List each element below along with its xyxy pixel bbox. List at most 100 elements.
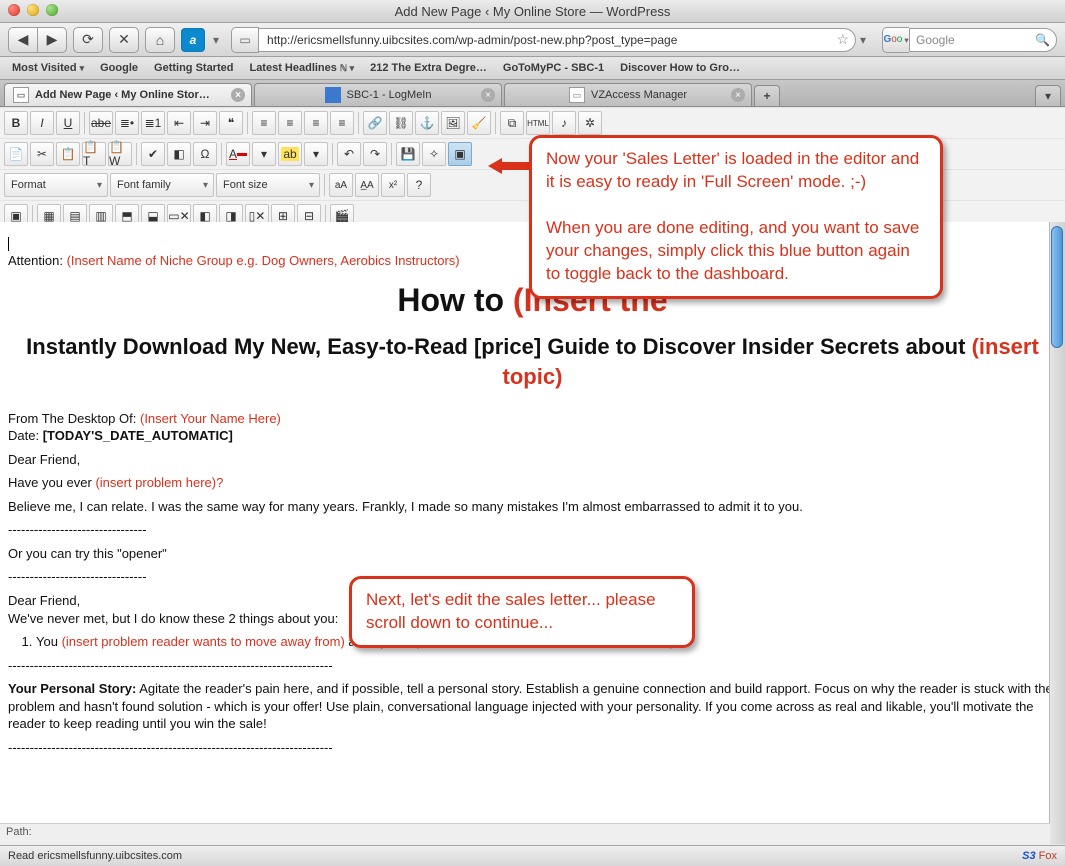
bookmark-latest-headlines[interactable]: Latest Headlines ℕ ▾	[243, 60, 360, 76]
reload-button[interactable]: ⟳	[73, 27, 103, 53]
window-minimize-button[interactable]	[27, 4, 39, 16]
fullscreen-toggle-button[interactable]: ▣	[448, 142, 472, 166]
logmein-icon	[325, 87, 341, 103]
bookmark-getting-started[interactable]: Getting Started	[148, 60, 239, 76]
ul-button[interactable]: ≣•	[115, 111, 139, 135]
font-size-select[interactable]: Font size	[216, 173, 320, 197]
align-justify-button[interactable]: ≡	[330, 111, 354, 135]
indent-button[interactable]: ⇥	[193, 111, 217, 135]
acronis-icon[interactable]: a	[181, 28, 205, 52]
format-select[interactable]: Format	[4, 173, 108, 197]
url-history-dropdown[interactable]: ▾	[856, 33, 870, 47]
site-identity-button[interactable]: ▭	[231, 27, 259, 53]
save-button[interactable]: 💾	[396, 142, 420, 166]
underline-button[interactable]: U	[56, 111, 80, 135]
outdent-button[interactable]: ⇤	[167, 111, 191, 135]
url-bar[interactable]: http://ericsmellsfunny.uibcsites.com/wp-…	[259, 28, 856, 52]
headline-2: Instantly Download My New, Easy-to-Read …	[8, 332, 1057, 391]
more-button[interactable]: ✲	[578, 111, 602, 135]
ol-button[interactable]: ≣1	[141, 111, 165, 135]
believe-me: Believe me, I can relate. I was the same…	[8, 498, 1057, 516]
vertical-scrollbar[interactable]	[1049, 222, 1065, 844]
from-desktop: From The Desktop Of: (Insert Your Name H…	[8, 410, 1057, 445]
bookmark-most-visited[interactable]: Most Visited▾	[6, 60, 90, 76]
cut-button[interactable]: ✂	[30, 142, 54, 166]
clean-button[interactable]: 🧹	[467, 111, 491, 135]
have-you-ever: Have you ever (insert problem here)?	[8, 474, 1057, 492]
editor-canvas[interactable]: Attention: (Insert Name of Niche Group e…	[0, 222, 1065, 844]
bookmark-discover[interactable]: Discover How to Gro…	[614, 60, 746, 76]
unlink-button[interactable]: ⛓	[389, 111, 413, 135]
search-input[interactable]: Google 🔍	[909, 28, 1057, 52]
home-button[interactable]: ⌂	[145, 27, 175, 53]
tab-close-icon[interactable]: ×	[231, 88, 245, 102]
copy-button[interactable]: 📄	[4, 142, 28, 166]
html-button[interactable]: HTML	[526, 111, 550, 135]
status-text: Read ericsmellsfunny.uibcsites.com	[8, 850, 182, 862]
tab-close-icon[interactable]: ×	[731, 88, 745, 102]
bookmark-gotomypc[interactable]: GoToMyPC - SBC-1	[497, 60, 610, 76]
paste-text-button[interactable]: 📋T	[82, 142, 106, 166]
tab-close-icon[interactable]: ×	[481, 88, 495, 102]
aa-size-button[interactable]: A̲A	[355, 173, 379, 197]
tab-label: SBC-1 - LogMeIn	[347, 89, 432, 101]
redo-button[interactable]: ↷	[363, 142, 387, 166]
new-button[interactable]: ✧	[422, 142, 446, 166]
code-button[interactable]: ⧉	[500, 111, 524, 135]
paste-word-button[interactable]: 📋W	[108, 142, 132, 166]
window-zoom-button[interactable]	[46, 4, 58, 16]
forecolor-drop[interactable]: ▾	[252, 142, 276, 166]
callout-fullscreen-tip: Now your 'Sales Letter' is loaded in the…	[529, 135, 943, 299]
page-icon: ▭	[569, 87, 585, 103]
sup-button[interactable]: x²	[381, 173, 405, 197]
attention-hint: (Insert Name of Niche Group e.g. Dog Own…	[67, 253, 460, 268]
tab-add-new-page[interactable]: ▭ Add New Page ‹ My Online Stor… ×	[4, 83, 252, 106]
dashes-4: ----------------------------------------…	[8, 739, 1057, 757]
align-center-button[interactable]: ≡	[278, 111, 302, 135]
aa-case-button[interactable]: aA	[329, 173, 353, 197]
bookmark-212[interactable]: 212 The Extra Degre…	[364, 60, 493, 76]
s3fox-badge[interactable]: S3 Fox	[1022, 850, 1057, 862]
tab-overflow-button[interactable]: ▾	[1035, 85, 1061, 106]
align-right-button[interactable]: ≡	[304, 111, 328, 135]
opener: Or you can try this "opener"	[8, 545, 1057, 563]
bold-button[interactable]: B	[4, 111, 28, 135]
erase-button[interactable]: ◧	[167, 142, 191, 166]
media-button[interactable]: ♪	[552, 111, 576, 135]
window-close-button[interactable]	[8, 4, 20, 16]
backcolor-drop[interactable]: ▾	[304, 142, 328, 166]
backcolor-button[interactable]: ab	[278, 142, 302, 166]
back-button[interactable]: ◀	[8, 27, 38, 53]
dashes-1: --------------------------------	[8, 521, 1057, 539]
quote-button[interactable]: ❝	[219, 111, 243, 135]
forward-button[interactable]: ▶	[38, 27, 67, 53]
tab-label: VZAccess Manager	[591, 89, 687, 101]
personal-story: Your Personal Story: Agitate the reader'…	[8, 680, 1057, 733]
search-placeholder: Google	[916, 33, 955, 47]
align-left-button[interactable]: ≡	[252, 111, 276, 135]
symbol-button[interactable]: Ω	[193, 142, 217, 166]
link-button[interactable]: 🔗	[363, 111, 387, 135]
search-engine-button[interactable]: Goo▾	[882, 27, 909, 53]
search-icon[interactable]: 🔍	[1035, 33, 1050, 47]
strike-button[interactable]: abe	[89, 111, 113, 135]
browser-toolbar: ◀ ▶ ⟳ ✕ ⌂ a ▾ ▭ http://ericsmellsfunny.u…	[0, 23, 1065, 57]
page-icon: ▭	[13, 87, 29, 103]
image-button[interactable]: 🖼	[441, 111, 465, 135]
spellcheck-button[interactable]: ✔	[141, 142, 165, 166]
bookmark-star-icon[interactable]: ☆	[836, 31, 849, 48]
font-family-select[interactable]: Font family	[110, 173, 214, 197]
stop-button[interactable]: ✕	[109, 27, 139, 53]
callout-scroll-tip: Next, let's edit the sales letter... ple…	[349, 576, 695, 648]
tab-vzaccess[interactable]: ▭ VZAccess Manager ×	[504, 83, 752, 106]
forecolor-button[interactable]: A	[226, 142, 250, 166]
anchor-button[interactable]: ⚓	[415, 111, 439, 135]
paste-button[interactable]: 📋	[56, 142, 80, 166]
help-button[interactable]: ?	[407, 173, 431, 197]
new-tab-button[interactable]: +	[754, 85, 780, 106]
scroll-thumb[interactable]	[1051, 226, 1063, 348]
tab-logmein[interactable]: SBC-1 - LogMeIn ×	[254, 83, 502, 106]
italic-button[interactable]: I	[30, 111, 54, 135]
undo-button[interactable]: ↶	[337, 142, 361, 166]
bookmark-google[interactable]: Google	[94, 60, 144, 76]
